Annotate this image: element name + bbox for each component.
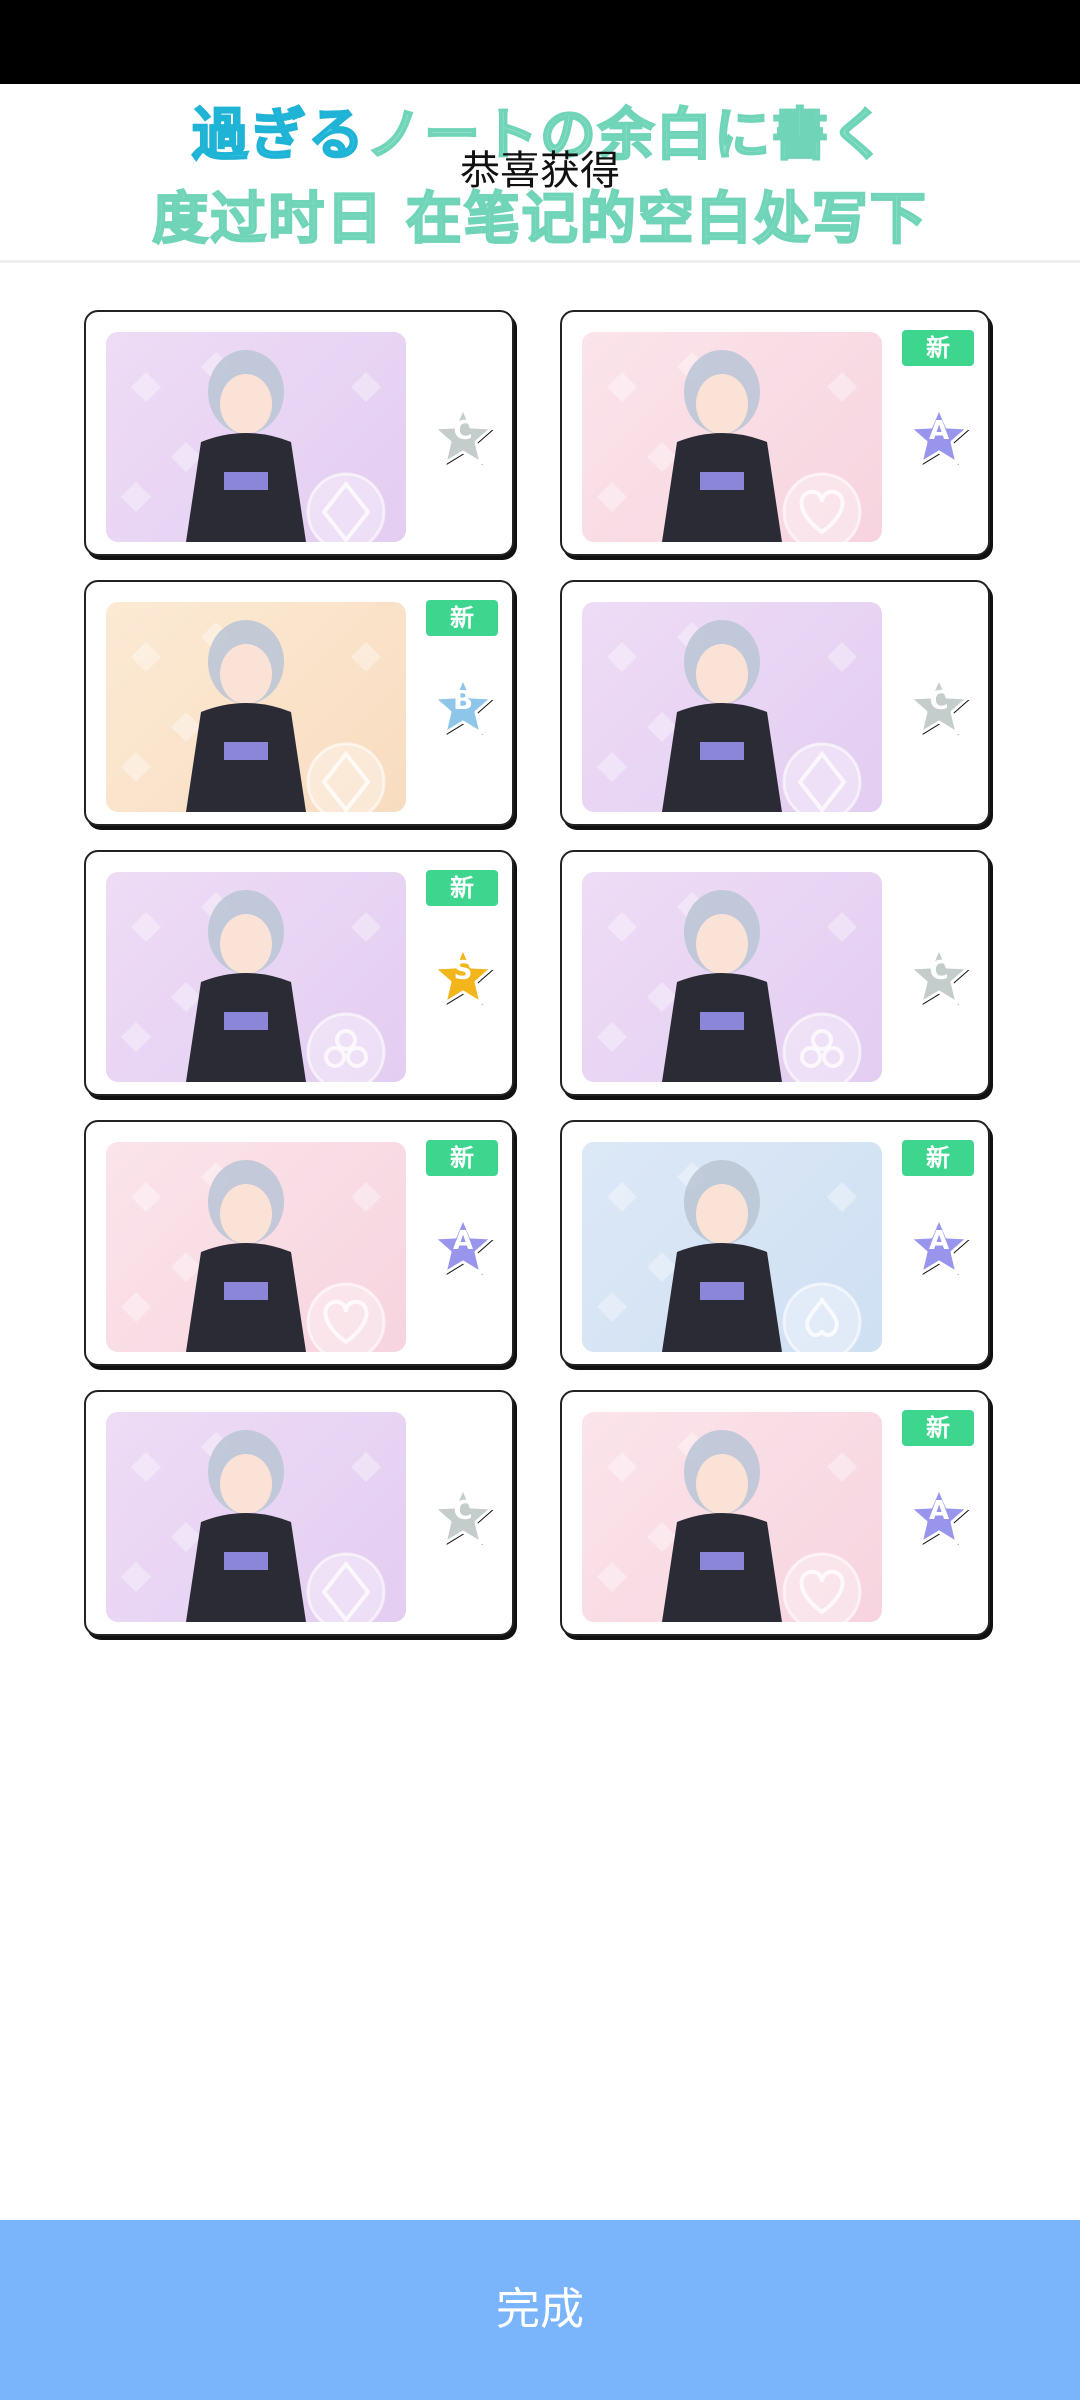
reward-card[interactable]: 新A xyxy=(560,310,990,556)
character-portrait xyxy=(582,872,882,1082)
reward-card[interactable]: C xyxy=(84,310,514,556)
rank-letter: A xyxy=(928,416,950,446)
new-badge: 新 xyxy=(902,330,974,366)
rank-letter: A xyxy=(928,1496,950,1526)
done-button[interactable]: 完成 xyxy=(0,2220,1080,2400)
reward-card[interactable]: C xyxy=(560,580,990,826)
character-portrait xyxy=(582,1142,882,1352)
reward-card[interactable]: 新S xyxy=(84,850,514,1096)
status-bar xyxy=(0,0,1080,84)
character-portrait xyxy=(582,332,882,542)
character-portrait xyxy=(582,1412,882,1622)
header: 過ぎるノートの余白に書く 恭喜获得 度过时日 在笔记的空白处写下 xyxy=(0,84,1080,263)
reward-card[interactable]: C xyxy=(84,1390,514,1636)
character-portrait xyxy=(106,872,406,1082)
reward-card[interactable]: 新A xyxy=(84,1120,514,1366)
character-portrait xyxy=(106,1142,406,1352)
new-badge: 新 xyxy=(426,1140,498,1176)
rank-letter: A xyxy=(928,1226,950,1256)
new-badge: 新 xyxy=(426,870,498,906)
rank-letter: S xyxy=(453,956,473,986)
reward-card[interactable]: 新A xyxy=(560,1390,990,1636)
new-badge: 新 xyxy=(426,600,498,636)
rank-letter: C xyxy=(453,416,473,446)
reward-card[interactable]: 新A xyxy=(560,1120,990,1366)
character-portrait xyxy=(106,332,406,542)
character-portrait xyxy=(106,602,406,812)
new-badge: 新 xyxy=(902,1140,974,1176)
rank-letter: A xyxy=(452,1226,474,1256)
rank-letter: C xyxy=(929,686,949,716)
rank-letter: B xyxy=(453,686,473,716)
reward-card[interactable]: C xyxy=(560,850,990,1096)
lyric-overlay-line2: 度过时日 在笔记的空白处写下 xyxy=(151,186,928,253)
rank-letter: C xyxy=(929,956,949,986)
new-badge: 新 xyxy=(902,1410,974,1446)
character-portrait xyxy=(582,602,882,812)
character-portrait xyxy=(106,1412,406,1622)
rank-letter: C xyxy=(453,1496,473,1526)
reward-card[interactable]: 新B xyxy=(84,580,514,826)
